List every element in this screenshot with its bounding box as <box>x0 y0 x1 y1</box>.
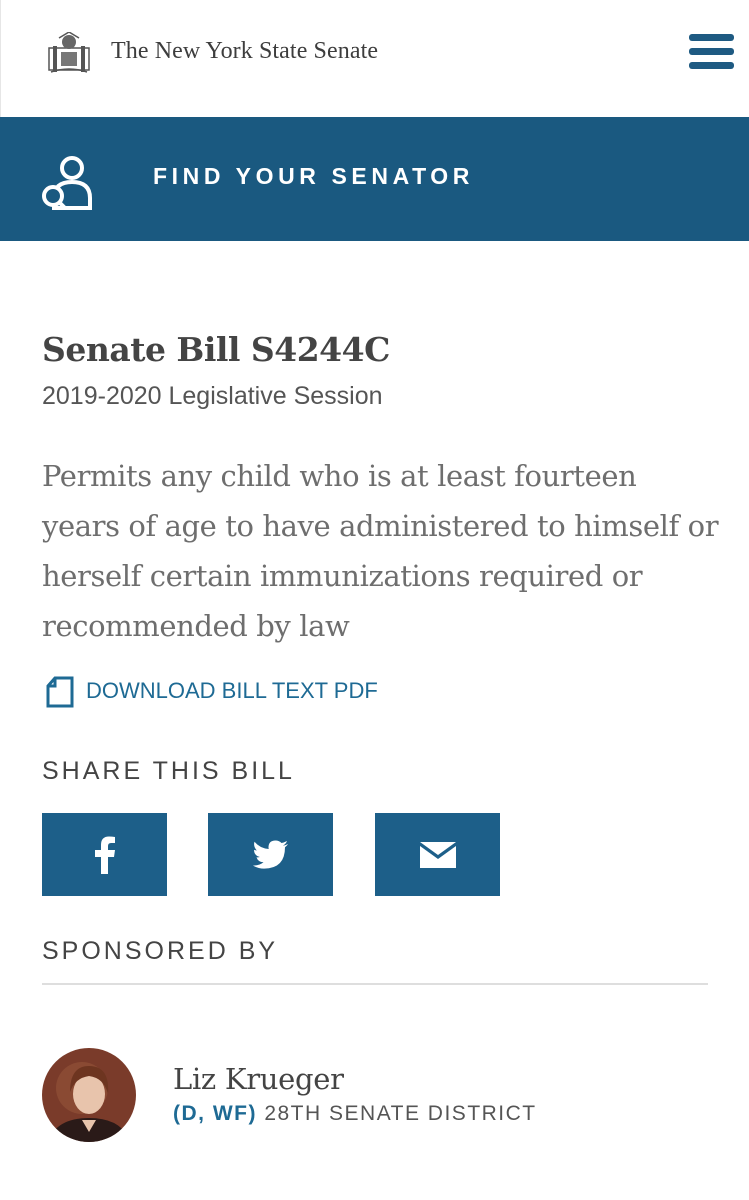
email-icon <box>419 841 456 868</box>
share-heading: SHARE THIS BILL <box>42 757 295 785</box>
section-divider <box>42 983 708 985</box>
legislative-session: 2019-2020 Legislative Session <box>42 382 383 410</box>
facebook-icon <box>94 836 115 874</box>
menu-bar-icon <box>689 48 734 55</box>
site-title[interactable]: The New York State Senate <box>111 38 378 65</box>
menu-bar-icon <box>689 34 734 41</box>
sponsor-name[interactable]: Liz Krueger <box>173 1062 344 1096</box>
bill-summary: Permits any child who is at least fourte… <box>42 459 719 643</box>
share-facebook-button[interactable] <box>42 813 167 896</box>
sponsor-district: 28TH SENATE DISTRICT <box>264 1102 537 1125</box>
twitter-icon <box>252 840 288 869</box>
sponsor-avatar[interactable] <box>42 1048 136 1142</box>
state-seal-logo[interactable] <box>47 32 91 74</box>
document-icon <box>46 676 74 708</box>
download-bill-label[interactable]: DOWNLOAD BILL TEXT PDF <box>86 678 378 704</box>
find-senator-icon <box>42 156 92 210</box>
bill-title: Senate Bill S4244C <box>42 330 390 369</box>
share-email-button[interactable] <box>375 813 500 896</box>
menu-bar-icon <box>689 62 734 69</box>
share-twitter-button[interactable] <box>208 813 333 896</box>
hamburger-menu-button[interactable] <box>689 34 735 74</box>
sponsor-photo <box>42 1048 136 1142</box>
sponsor-party: (D, WF) <box>173 1102 257 1125</box>
site-header: The New York State Senate <box>0 0 749 117</box>
sponsored-by-heading: SPONSORED BY <box>42 937 279 965</box>
sponsor-details: (D, WF) 28TH SENATE DISTRICT <box>173 1102 537 1126</box>
find-senator-label[interactable]: FIND YOUR SENATOR <box>153 163 474 190</box>
